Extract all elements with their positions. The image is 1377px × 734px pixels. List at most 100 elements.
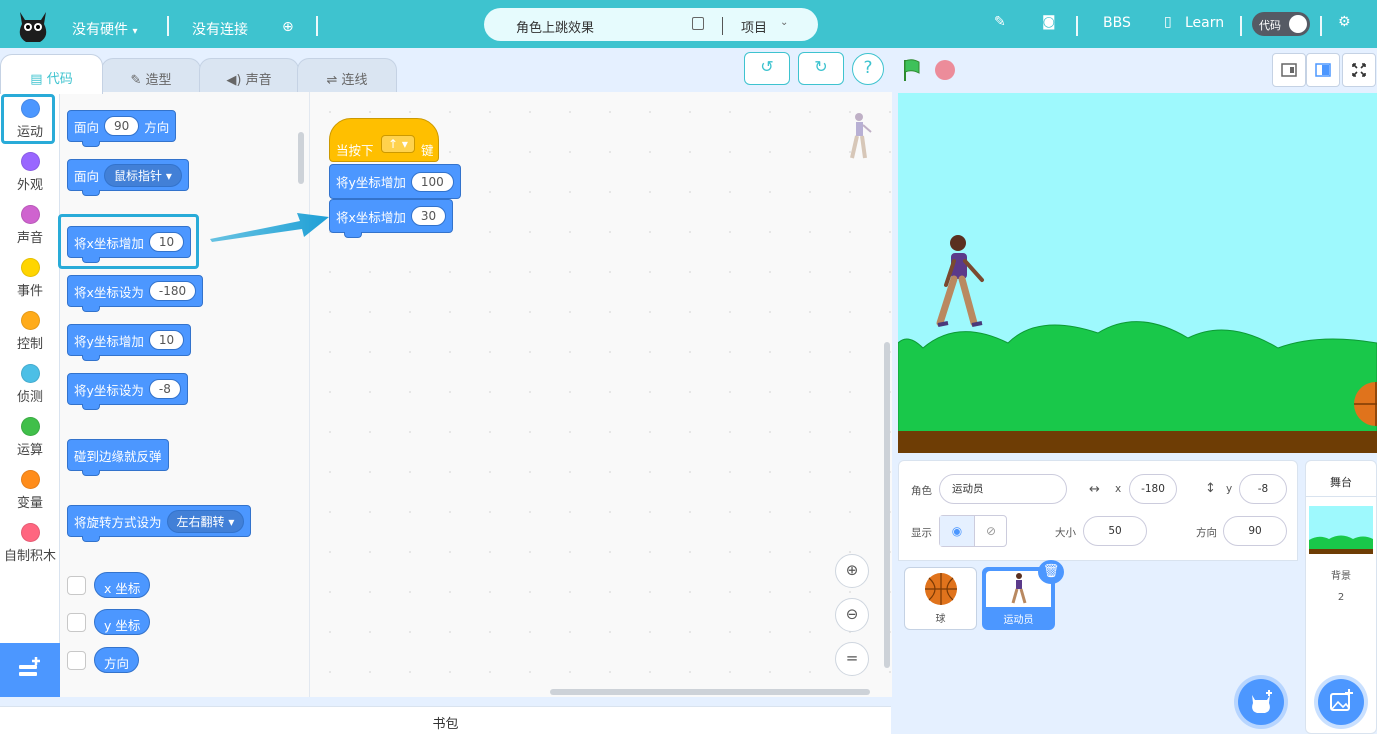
block-bounce[interactable]: 碰到边缘就反弹 <box>67 439 169 476</box>
tab-code-label: 代码 <box>46 72 73 87</box>
divider <box>167 16 169 36</box>
tab-sounds[interactable]: ◀) 声音 <box>199 58 299 94</box>
block-set-x[interactable]: 将x坐标设为 -180 <box>67 275 204 312</box>
green-flag-icon[interactable] <box>900 58 924 82</box>
block-label: 将y坐标设为 <box>74 382 144 398</box>
zoom-reset-button[interactable]: = <box>835 642 869 676</box>
reporter-y-position[interactable]: y 坐标 <box>94 609 151 635</box>
add-sprite-button[interactable] <box>1238 679 1284 725</box>
category-variables[interactable]: 变量 <box>0 470 60 511</box>
y-input[interactable]: -8 <box>1239 474 1287 504</box>
athlete-icon <box>1011 573 1026 604</box>
block-input[interactable]: -8 <box>148 379 181 399</box>
category-dot <box>20 205 40 224</box>
fullscreen-button[interactable] <box>1342 53 1376 87</box>
x-input[interactable]: -180 <box>1129 474 1177 504</box>
sprite-name-input[interactable]: 运动员 <box>939 474 1067 504</box>
divider <box>1320 16 1322 36</box>
settings-gear-icon[interactable]: ⚙ <box>1338 14 1351 30</box>
undo-button[interactable]: ↺ <box>744 52 790 85</box>
project-title[interactable]: 角色上跳效果 <box>516 17 594 36</box>
cat-add-icon <box>1252 690 1272 713</box>
code-icon: ▤ <box>30 72 43 87</box>
speaker-icon: ◀) <box>226 73 242 88</box>
backpack[interactable]: 书包 <box>0 706 891 734</box>
large-stage-button[interactable] <box>1306 53 1340 87</box>
tab-costumes[interactable]: ✎ 造型 <box>101 58 201 94</box>
redo-button[interactable]: ↻ <box>798 52 844 85</box>
script-change-x-block[interactable]: 将x坐标增加 30 <box>329 199 454 238</box>
connection-menu[interactable]: 没有连接 <box>192 19 248 39</box>
hide-eye-icon[interactable]: ⊘ <box>974 516 1007 546</box>
bbs-link[interactable]: BBS <box>1103 15 1131 31</box>
show-eye-icon[interactable]: ◉ <box>940 516 974 546</box>
reporter-x-position[interactable]: x 坐标 <box>94 572 151 598</box>
help-button[interactable]: ? <box>852 53 884 85</box>
save-icon[interactable] <box>692 17 704 30</box>
category-dot <box>20 152 40 171</box>
block-input[interactable]: 30 <box>410 206 447 226</box>
checkbox-x-position[interactable] <box>67 576 86 595</box>
hardware-menu[interactable]: 没有硬件 ▾ <box>72 19 137 39</box>
key-dropdown[interactable]: ↑ ▾ <box>381 135 415 153</box>
tab-wiring[interactable]: ⇌ 连线 <box>297 58 397 94</box>
project-menu[interactable]: 项目 <box>741 17 767 36</box>
block-notch <box>82 190 100 196</box>
block-point-in-direction[interactable]: 面向 90 方向 <box>67 110 177 147</box>
category-operators[interactable]: 运算 <box>0 417 60 458</box>
block-input[interactable]: -180 <box>148 281 197 301</box>
backdrop-label: 背景 <box>1331 571 1351 582</box>
edit-icon[interactable]: ✎ <box>994 14 1006 30</box>
workspace-h-scrollbar[interactable] <box>550 689 870 695</box>
stop-button[interactable] <box>935 60 955 80</box>
hardware-label: 没有硬件 <box>72 22 128 38</box>
code-mode-toggle[interactable]: 代码 <box>1252 12 1310 36</box>
backdrop-thumbnail[interactable] <box>1309 506 1373 554</box>
size-input[interactable]: 50 <box>1083 516 1147 546</box>
globe-icon[interactable]: ⊕ <box>282 19 294 35</box>
category-looks[interactable]: 外观 <box>0 152 60 193</box>
direction-input[interactable]: 90 <box>1223 516 1287 546</box>
category-sound[interactable]: 声音 <box>0 205 60 246</box>
delete-sprite-button[interactable]: 🗑 <box>1038 560 1064 584</box>
category-sensing[interactable]: 侦测 <box>0 364 60 405</box>
stage-canvas[interactable] <box>898 93 1377 453</box>
category-dot <box>20 364 40 383</box>
block-point-towards[interactable]: 面向 鼠标指针 ▾ <box>67 159 189 196</box>
script-change-y-block[interactable]: 将y坐标增加 100 <box>329 164 461 199</box>
dropdown-value: 鼠标指针 <box>114 168 163 183</box>
category-events[interactable]: 事件 <box>0 258 60 299</box>
palette-scrollbar[interactable] <box>298 132 304 184</box>
logo-icon[interactable] <box>16 6 50 44</box>
learn-link[interactable]: Learn <box>1185 15 1224 31</box>
add-backdrop-button[interactable] <box>1318 679 1364 725</box>
block-dropdown[interactable]: 鼠标指针 ▾ <box>104 163 182 187</box>
reporter-direction[interactable]: 方向 <box>94 647 140 673</box>
zoom-out-button[interactable]: ⊖ <box>835 598 869 632</box>
when-key-pressed-block[interactable]: 当按下 ↑ ▾ 键 <box>329 118 439 162</box>
block-rotation-style[interactable]: 将旋转方式设为 左右翻转 ▾ <box>67 505 252 542</box>
zoom-in-button[interactable]: ⊕ <box>835 554 869 588</box>
checkbox-direction[interactable] <box>67 651 86 670</box>
block-change-y[interactable]: 将y坐标增加 10 <box>67 324 192 361</box>
camera-icon[interactable]: ◙ <box>1042 14 1056 30</box>
block-notch <box>82 141 100 147</box>
small-stage-button[interactable] <box>1272 53 1306 87</box>
add-extension-button[interactable] <box>0 643 60 697</box>
category-my-blocks[interactable]: 自制积木 <box>0 523 60 564</box>
block-dropdown[interactable]: 左右翻转 ▾ <box>166 509 245 533</box>
sprite-thumbnail-ball[interactable]: 球 <box>904 567 977 630</box>
sprite-name: 运动员 <box>1003 615 1034 626</box>
category-label: 控制 <box>16 337 43 352</box>
block-set-y[interactable]: 将y坐标设为 -8 <box>67 373 188 410</box>
workspace-v-scrollbar[interactable] <box>884 342 890 668</box>
block-input[interactable]: 10 <box>148 330 185 350</box>
checkbox-y-position[interactable] <box>67 613 86 632</box>
block-input[interactable]: 90 <box>104 116 140 136</box>
tab-code[interactable]: ▤ 代码 <box>0 54 103 94</box>
block-input[interactable]: 100 <box>410 171 454 192</box>
block-label: 将旋转方式设为 <box>74 514 162 530</box>
backpack-label: 书包 <box>432 717 459 732</box>
category-control[interactable]: 控制 <box>0 311 60 352</box>
x-arrows-icon: ↔ <box>1089 482 1100 497</box>
